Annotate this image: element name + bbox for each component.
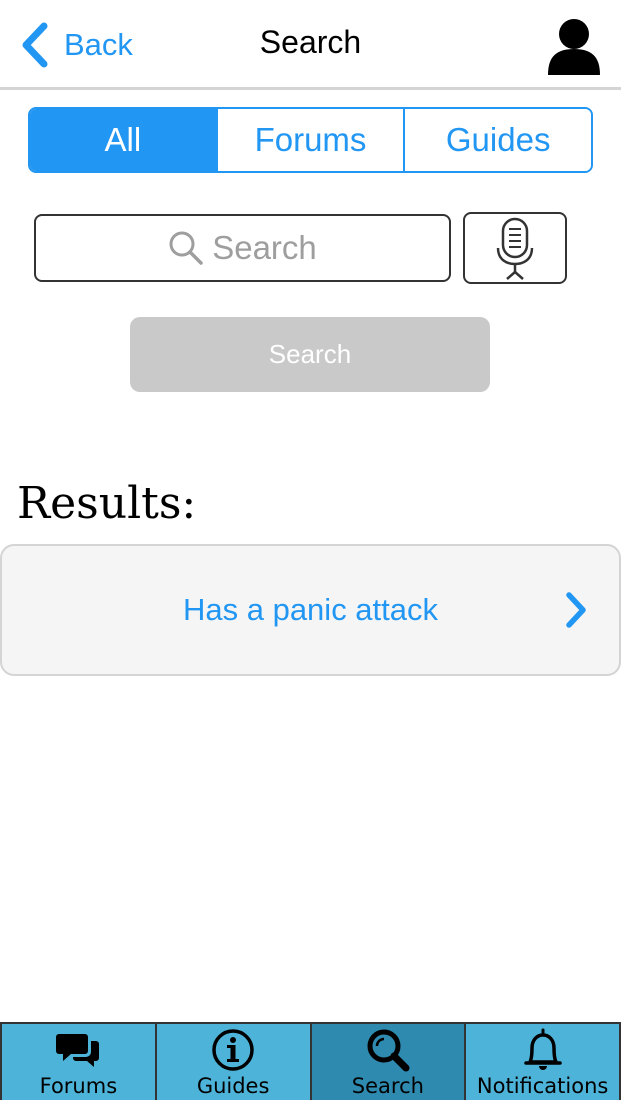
forums-icon xyxy=(56,1034,100,1067)
search-icon xyxy=(367,1029,410,1072)
tab-notifications-label: Notifications xyxy=(476,1074,609,1098)
segment-forums[interactable]: Forums xyxy=(215,109,404,171)
voice-search-button[interactable] xyxy=(463,212,567,284)
segment-guides[interactable]: Guides xyxy=(403,109,591,171)
filter-segmented-control: All Forums Guides xyxy=(28,107,593,173)
tab-guides-label: Guides xyxy=(196,1074,270,1098)
tab-notifications[interactable]: Notifications xyxy=(466,1024,621,1100)
top-nav-bar: Back Search xyxy=(0,0,621,90)
search-input[interactable]: Search xyxy=(34,214,451,282)
bottom-tab-bar: Forums Guides Search Notifications xyxy=(0,1022,621,1100)
search-placeholder: Search xyxy=(212,229,317,266)
tab-search[interactable]: Search xyxy=(311,1024,467,1100)
profile-button[interactable] xyxy=(547,18,601,76)
bell-icon xyxy=(523,1028,562,1070)
tab-forums-label: Forums xyxy=(39,1074,118,1098)
microphone-icon xyxy=(496,217,534,280)
tab-guides[interactable]: Guides xyxy=(156,1024,312,1100)
user-icon xyxy=(548,19,600,75)
chevron-right-icon xyxy=(566,592,586,628)
segment-all[interactable]: All xyxy=(30,109,216,171)
tab-forums[interactable]: Forums xyxy=(0,1024,157,1100)
results-heading: Results: xyxy=(17,478,197,529)
result-item-label: Has a panic attack xyxy=(182,592,439,627)
info-icon xyxy=(212,1029,254,1071)
result-item[interactable]: Has a panic attack xyxy=(0,544,621,676)
search-submit-button[interactable]: Search xyxy=(130,317,490,392)
search-icon xyxy=(169,231,203,265)
tab-search-label: Search xyxy=(351,1074,424,1098)
page-title: Search xyxy=(259,24,362,60)
